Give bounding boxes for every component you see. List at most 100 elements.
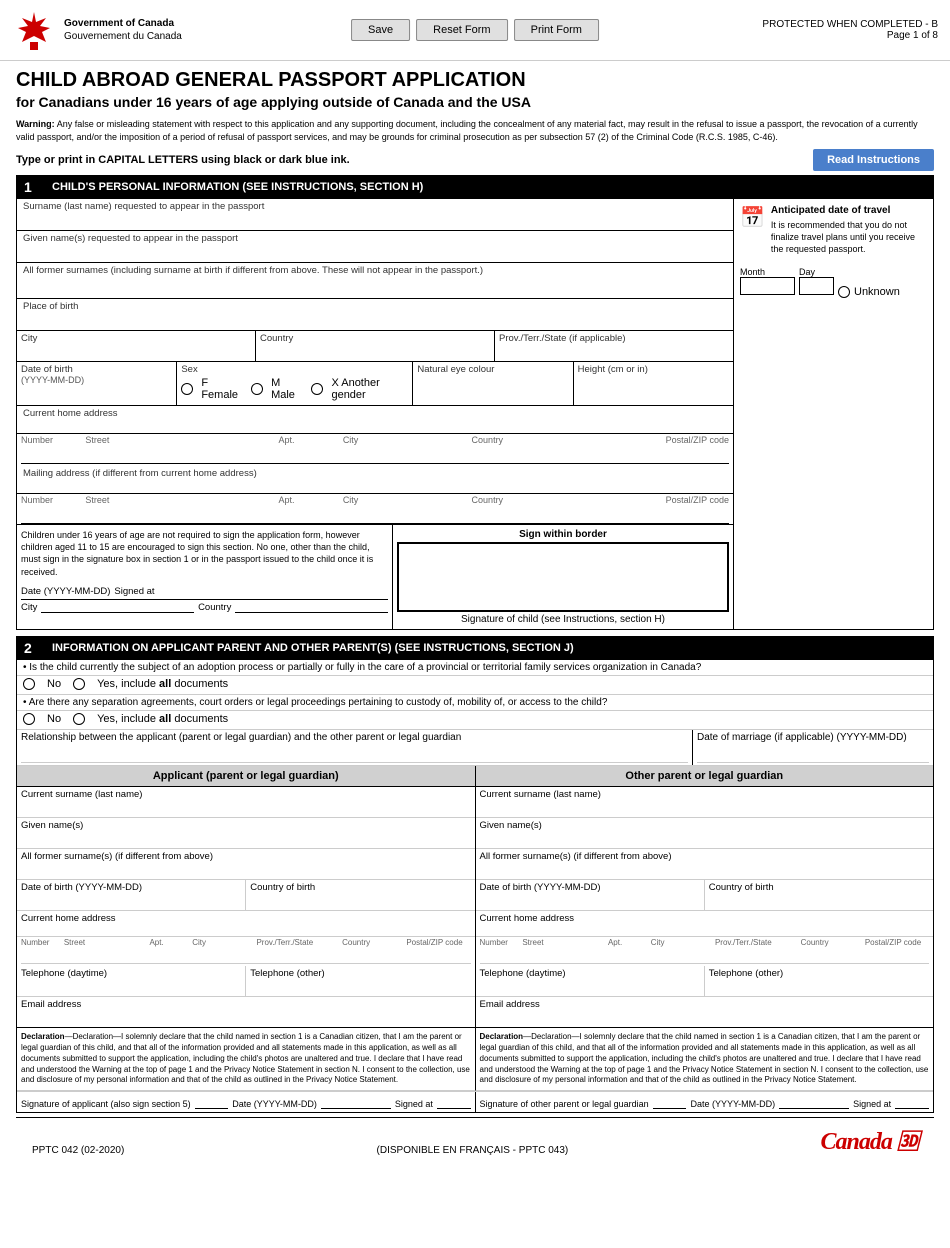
prov-state-label: Prov./Terr./State (if applicable) (499, 333, 729, 344)
other-dob-input[interactable] (480, 893, 700, 908)
other-sig-input[interactable] (653, 1095, 687, 1109)
applicant-former-surnames-input[interactable] (21, 862, 471, 877)
applicant-given-names-input[interactable] (21, 831, 471, 846)
other-phone-other-field: Telephone (other) (705, 966, 933, 996)
page-number: Page 1 of 8 (762, 30, 938, 41)
other-dob-country: Date of birth (YYYY-MM-DD) Country of bi… (476, 880, 934, 911)
sig-country-input[interactable] (235, 602, 388, 613)
question1-row: • Is the child currently the subject of … (17, 660, 933, 676)
dob-sex-row: Date of birth (YYYY-MM-DD) Sex F Female … (17, 362, 733, 406)
place-of-birth-field: Place of birth (17, 299, 733, 331)
travel-date-info: Anticipated date of travel It is recomme… (771, 205, 927, 263)
q2-no-label: No (47, 713, 61, 725)
reset-form-button[interactable]: Reset Form (416, 19, 507, 41)
month-input[interactable] (740, 277, 795, 295)
sig-city-label: City (21, 602, 37, 613)
applicant-col: Applicant (parent or legal guardian) Cur… (17, 766, 476, 1027)
section1-title: CHILD'S PERSONAL INFORMATION (SEE INSTRU… (52, 181, 423, 193)
relationship-field: Relationship between the applicant (pare… (17, 730, 693, 765)
applicant-email-input[interactable] (21, 1010, 471, 1025)
other-phone-daytime-input[interactable] (480, 979, 700, 994)
travel-date-panel: 📅 Anticipated date of travel It is recom… (733, 199, 933, 629)
applicant-dob-input[interactable] (21, 893, 241, 908)
applicant-signed-at-label: Signed at (395, 1099, 433, 1109)
q2-no-radio[interactable] (23, 713, 35, 725)
other-sig-fields: Signature of other parent or legal guard… (480, 1095, 930, 1109)
mailing-address-input[interactable] (21, 506, 729, 521)
other-date-input[interactable] (779, 1095, 849, 1109)
section1-fields: Surname (last name) requested to appear … (17, 199, 733, 629)
q2-yes-radio[interactable] (73, 713, 85, 725)
sex-m-radio[interactable] (251, 383, 263, 395)
read-instructions-button[interactable]: Read Instructions (813, 149, 934, 171)
answer1-row: No Yes, include all documents (17, 676, 933, 695)
applicant-surname-field: Current surname (last name) (17, 787, 475, 818)
sex-f-radio[interactable] (181, 383, 193, 395)
sig-date-row: Date (YYYY-MM-DD) Signed at (21, 586, 388, 597)
other-dob-label: Date of birth (YYYY-MM-DD) (480, 882, 700, 893)
relationship-label: Relationship between the applicant (pare… (21, 732, 688, 743)
applicant-phone-daytime-field: Telephone (daytime) (17, 966, 246, 996)
section2-title: INFORMATION ON APPLICANT PARENT AND OTHE… (52, 642, 574, 654)
eye-colour-input[interactable] (417, 375, 568, 390)
other-former-surnames-input[interactable] (480, 862, 930, 877)
other-email-field: Email address (476, 997, 934, 1027)
prov-state-input[interactable] (499, 344, 729, 359)
country2-label: Country (472, 435, 601, 445)
other-surname-input[interactable] (480, 800, 930, 815)
place-of-birth-input[interactable] (23, 314, 727, 328)
applicant-sig-input[interactable] (195, 1095, 229, 1109)
unknown-radio[interactable] (838, 286, 850, 298)
applicant-given-names-label: Given name(s) (21, 820, 471, 831)
other-signed-at-input[interactable] (895, 1095, 929, 1109)
home-address-label-row: Current home address (17, 406, 733, 434)
relationship-input[interactable] (21, 747, 688, 763)
former-surnames-input[interactable] (23, 278, 727, 292)
surname-input[interactable] (23, 214, 727, 228)
applicant-header: Applicant (parent or legal guardian) (17, 766, 475, 787)
header-right: PROTECTED WHEN COMPLETED - B Page 1 of 8 (762, 19, 938, 41)
height-input[interactable] (578, 375, 729, 390)
other-declaration: Declaration—Declaration—I solemnly decla… (476, 1028, 934, 1091)
applicant-phone-other-field: Telephone (other) (246, 966, 474, 996)
applicant-signed-at-input[interactable] (437, 1095, 471, 1109)
other-address-input[interactable] (480, 948, 930, 963)
other-given-names-input[interactable] (480, 831, 930, 846)
relationship-marriage-row: Relationship between the applicant (pare… (17, 730, 933, 766)
marriage-date-input[interactable] (697, 747, 929, 763)
country-input[interactable] (260, 344, 490, 359)
day-input[interactable] (799, 277, 834, 295)
applicant-surname-input[interactable] (21, 800, 471, 815)
warning-text: Warning: Any false or misleading stateme… (16, 118, 934, 143)
home-address-input[interactable] (21, 446, 729, 461)
other-sig-row: Signature of other parent or legal guard… (476, 1092, 934, 1112)
sig-child-label: Signature of child (see Instructions, se… (397, 614, 729, 625)
city-input[interactable] (21, 344, 251, 359)
number-label: Number (21, 435, 85, 445)
other-email-input[interactable] (480, 1010, 930, 1025)
sex-x-radio[interactable] (311, 383, 323, 395)
save-button[interactable]: Save (351, 19, 410, 41)
applicant-address-input[interactable] (21, 948, 471, 963)
sig-city-input[interactable] (41, 602, 194, 613)
canada-flag-mark: 🆛 (897, 1129, 918, 1154)
signature-box[interactable] (397, 542, 729, 612)
q1-no-radio[interactable] (23, 678, 35, 690)
prov-state-field: Prov./Terr./State (if applicable) (495, 331, 733, 361)
q1-no-label: No (47, 678, 61, 690)
sex-label: Sex (181, 364, 408, 375)
govt-text: Government of Canada Gouvernement du Can… (64, 17, 182, 43)
other-country-input[interactable] (709, 893, 929, 908)
dob-input[interactable] (21, 385, 172, 400)
applicant-date-input[interactable] (321, 1095, 391, 1109)
applicant-country-input[interactable] (250, 893, 470, 908)
other-phone-other-input[interactable] (709, 979, 929, 994)
given-name-input[interactable] (23, 246, 727, 260)
print-form-button[interactable]: Print Form (514, 19, 599, 41)
applicant-phone-daytime-input[interactable] (21, 979, 241, 994)
mailing-address-label-row: Mailing address (if different from curre… (17, 466, 733, 494)
applicant-phone-other-input[interactable] (250, 979, 470, 994)
mailing-country-label: Country (472, 495, 601, 505)
former-surnames-label: All former surnames (including surname a… (23, 265, 727, 276)
q1-yes-radio[interactable] (73, 678, 85, 690)
